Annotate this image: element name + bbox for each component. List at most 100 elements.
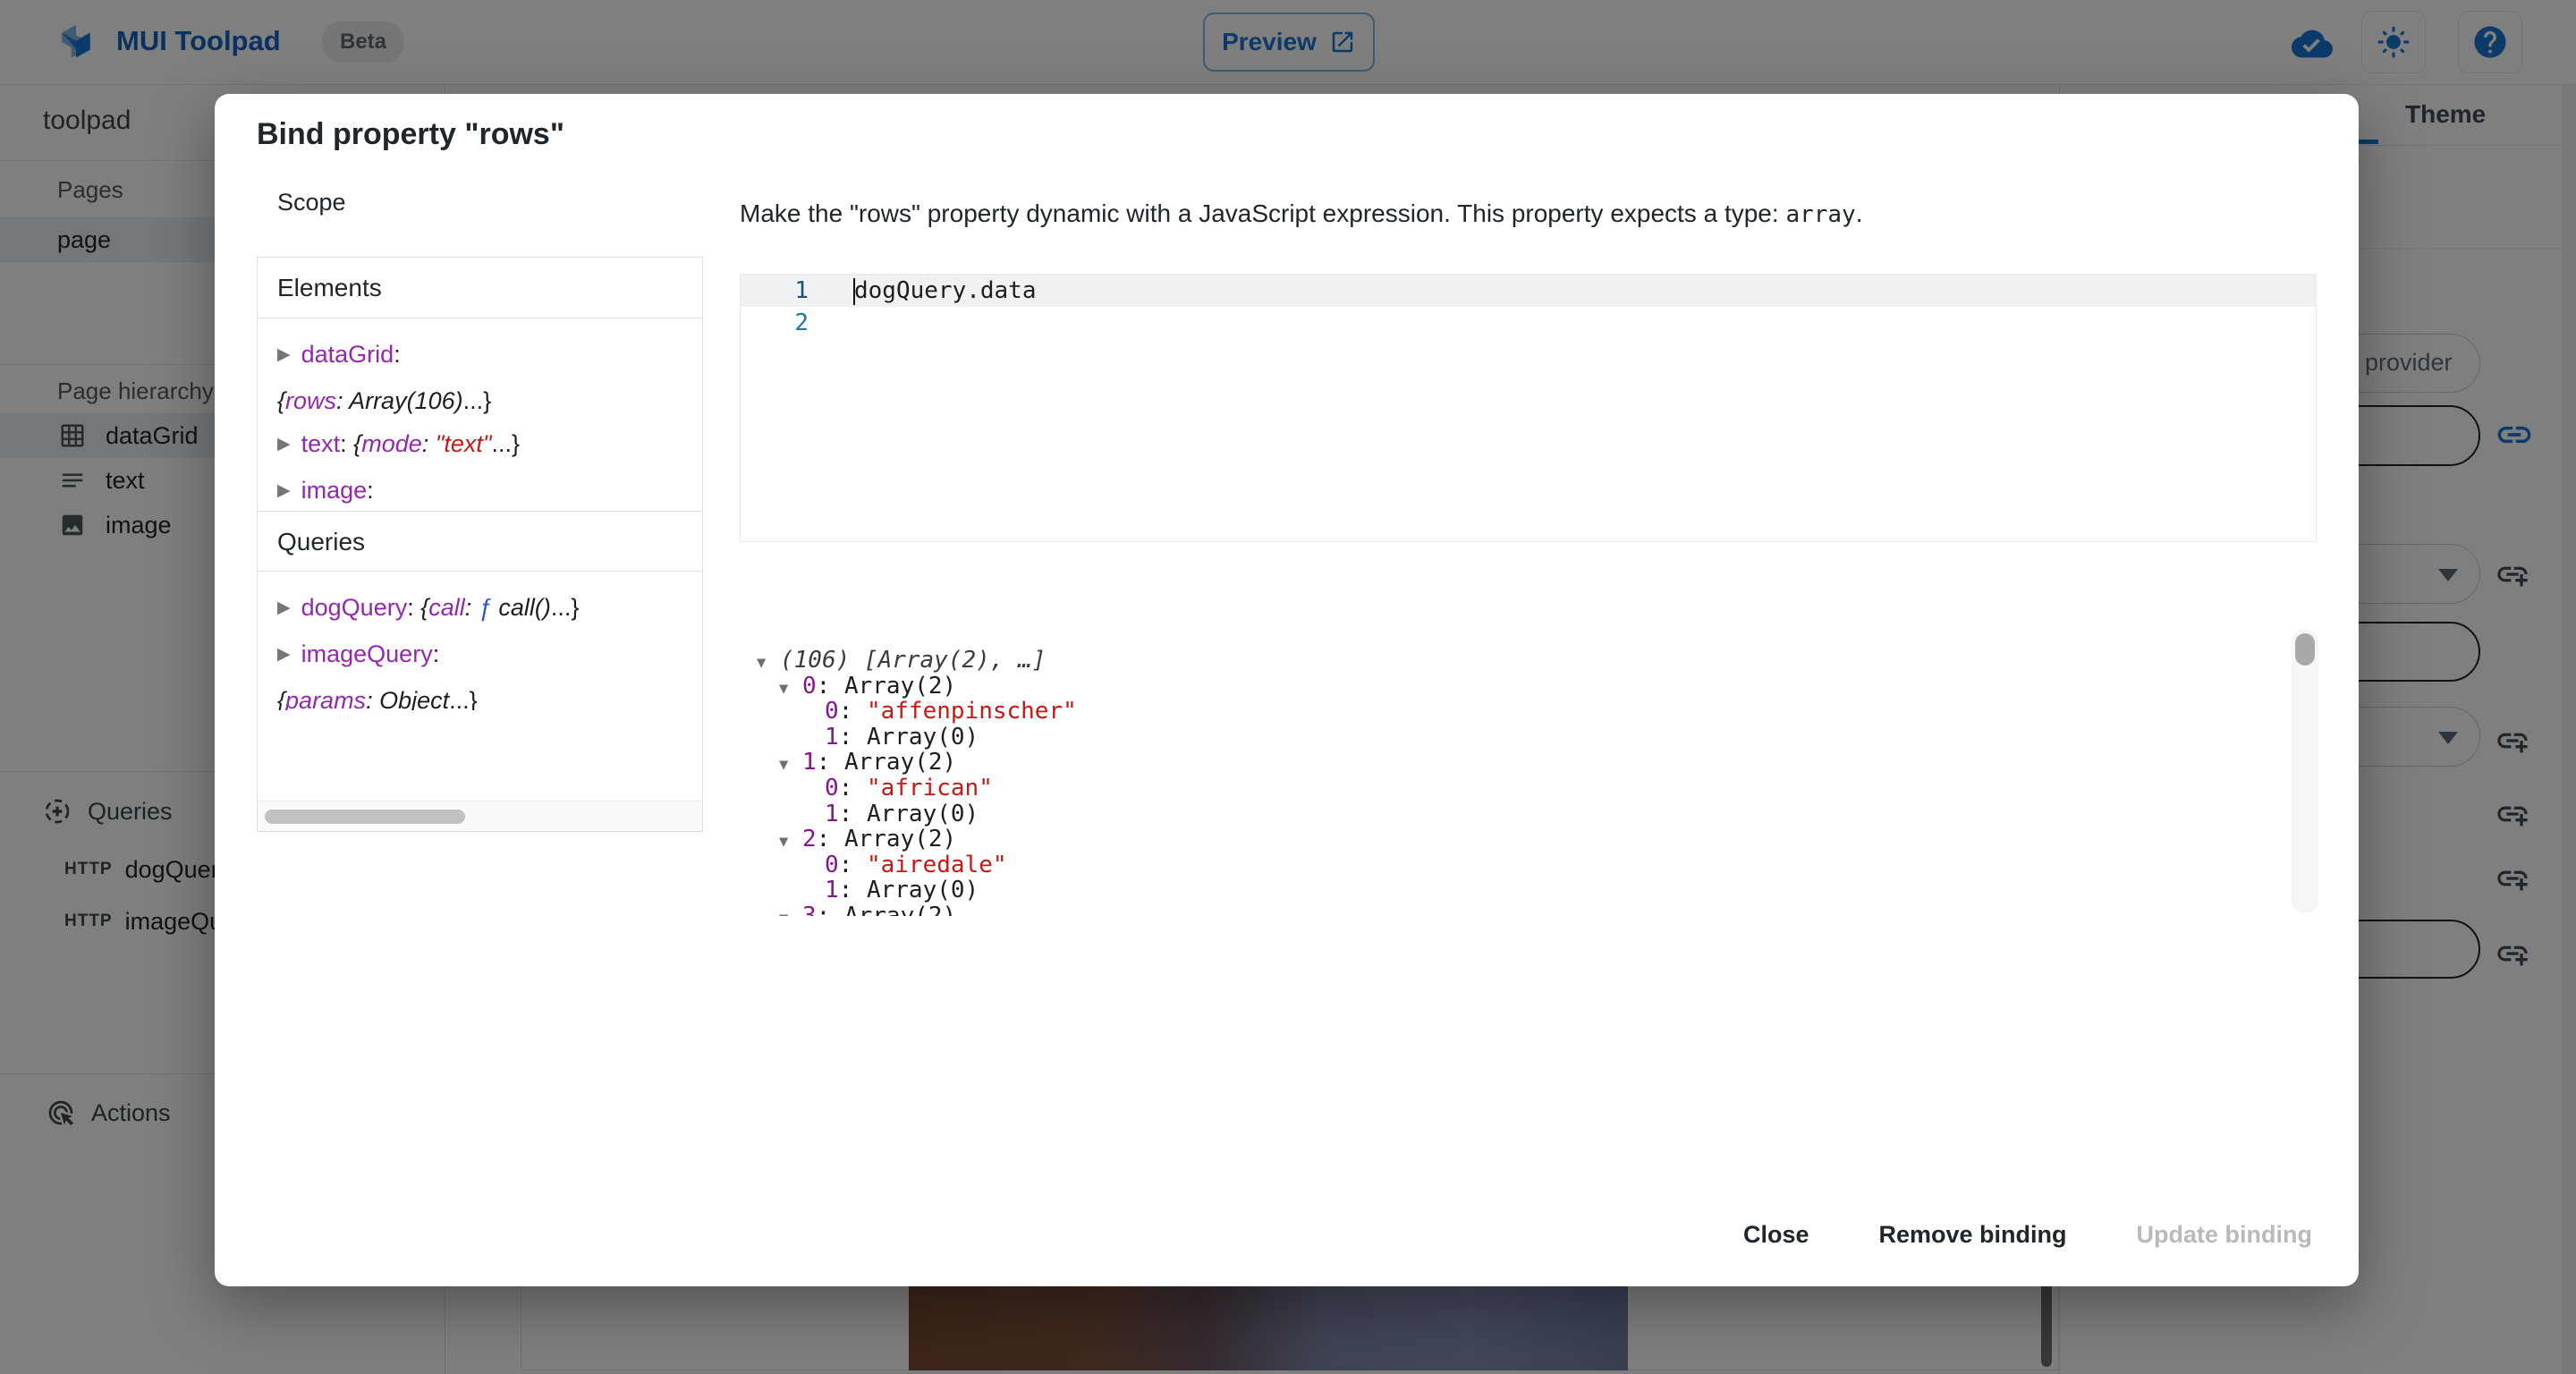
preview-row: 1: Array(0) [742,802,2290,827]
scope-tree-item[interactable]: ▶imageQuery: {params: Object...} [277,632,699,710]
segment: rows [285,387,336,414]
segment: : [839,698,867,725]
scope-tree-item[interactable]: ▶image: {src: "https://images.dog.ceo/br… [277,469,699,511]
segment: : [394,341,401,368]
segment: : [433,640,440,667]
expand-arrow-icon[interactable]: ▼ [757,650,780,676]
segment: 0 [825,698,839,725]
segment: Array(2) [844,826,956,852]
segment: call() [492,594,551,621]
segment: : [407,594,420,621]
scope-horizontal-scrollbar[interactable] [258,801,702,831]
segment: dogQuery [301,594,408,621]
update-binding-button[interactable]: Update binding [2117,1212,2332,1258]
segment: : [367,477,374,504]
expand-arrow-icon[interactable]: ▶ [277,470,291,511]
segment: : [839,724,867,751]
preview-row: 1: Array(0) [742,878,2290,903]
expand-arrow-icon[interactable]: ▼ [779,906,802,916]
expand-arrow-icon[interactable]: ▼ [779,752,802,778]
segment: : [422,430,436,457]
editor-line[interactable]: 1 dogQuery.data [741,275,2316,307]
segment: 1 [825,724,839,751]
segment: Array(2) [844,903,956,916]
segment: : [336,387,349,414]
preview-row: 1: Array(0) [742,725,2290,751]
segment: 1 [802,749,817,776]
preview-row: 0: "affenpinscher" [742,699,2290,725]
preview-row: ▼2: Array(2) [742,827,2290,852]
segment: { [277,387,285,414]
preview-scrollbar[interactable] [2292,629,2318,913]
segment: 1 [825,877,839,903]
segment: 0 [802,673,817,700]
segment: Array(106) [349,387,463,414]
result-preview-tree: ▼(106) [Array(2), …]▼0: Array(2)0: "affe… [742,635,2290,916]
segment: ...} [463,387,492,414]
segment: 2 [802,826,817,852]
scope-section-items: ▶dataGrid: {rows: Array(106)...}▶text: {… [258,318,702,511]
segment: : [340,430,353,457]
segment: text [301,430,341,457]
segment: (106) [Array(2), …] [780,647,1046,674]
expand-arrow-icon[interactable]: ▼ [779,829,802,855]
bind-property-dialog: Bind property "rows" Scope Elements▶data… [215,94,2359,1286]
segment: 1 [825,801,839,827]
remove-binding-button[interactable]: Remove binding [1860,1212,2087,1258]
segment: Array(2) [844,749,956,776]
segment: Array(2) [844,673,956,700]
scrollbar-thumb[interactable] [2295,633,2315,666]
segment: { [277,687,285,710]
segment: "african" [867,775,993,802]
line-number: 2 [741,307,821,339]
segment: Object [379,687,449,710]
expand-arrow-icon[interactable]: ▶ [277,587,291,630]
code-text[interactable] [821,307,853,339]
segment: params [285,687,366,710]
segment: : [839,775,867,802]
editor-line[interactable]: 2 [741,307,2316,339]
segment: image [301,477,368,504]
segment: mode [361,430,422,457]
expand-arrow-icon[interactable]: ▼ [779,676,802,702]
scrollbar-thumb[interactable] [265,810,465,824]
preview-row: 0: "african" [742,776,2290,802]
scope-section-items: ▶dogQuery: {call: ƒ call()...}▶imageQuer… [258,572,702,710]
segment: Array(0) [867,877,979,903]
segment: 3 [802,903,817,916]
expand-arrow-icon[interactable]: ▶ [277,633,291,676]
preview-row: ▼1: Array(2) [742,750,2290,776]
segment: 0 [825,775,839,802]
segment: "text" [436,430,492,457]
segment: Array(0) [867,801,979,827]
segment: dataGrid [301,341,394,368]
segment: Array(0) [867,724,979,751]
line-number: 1 [741,275,821,307]
expand-arrow-icon[interactable]: ▶ [277,423,291,466]
segment: : [817,673,844,700]
dialog-title: Bind property "rows" [257,117,564,152]
scope-tree-item[interactable]: ▶ dataGrid: {rows: Array(106)...} [277,333,699,422]
segment: "airedale" [867,852,1007,878]
preview-row: ▼0: Array(2) [742,674,2290,700]
segment: : [817,903,844,916]
segment: : [817,826,844,852]
scope-tree-item[interactable]: ▶text: {mode: "text"...} [277,422,699,469]
segment: : [839,852,867,878]
scope-section-header: Elements [258,258,702,318]
scope-tree-item[interactable]: ▶dogQuery: {call: ƒ call()...} [277,586,699,632]
close-button[interactable]: Close [1724,1212,1829,1258]
dialog-footer: Close Remove binding Update binding [1724,1212,2332,1258]
description-period: . [1856,199,1863,227]
segment: { [420,594,428,621]
expand-arrow-icon[interactable]: ▶ [277,334,291,377]
segment: ...} [551,594,580,621]
code-text[interactable]: dogQuery.data [821,275,1037,307]
expression-code-editor[interactable]: 1 dogQuery.data 2 [740,274,2317,542]
segment: call [428,594,465,621]
scope-section-header: Queries [258,511,702,572]
dialog-description: Make the "rows" property dynamic with a … [740,199,1863,228]
description-text: Make the "rows" property dynamic with a … [740,199,1785,227]
segment: ƒ [479,594,492,621]
segment: imageQuery [301,640,433,667]
